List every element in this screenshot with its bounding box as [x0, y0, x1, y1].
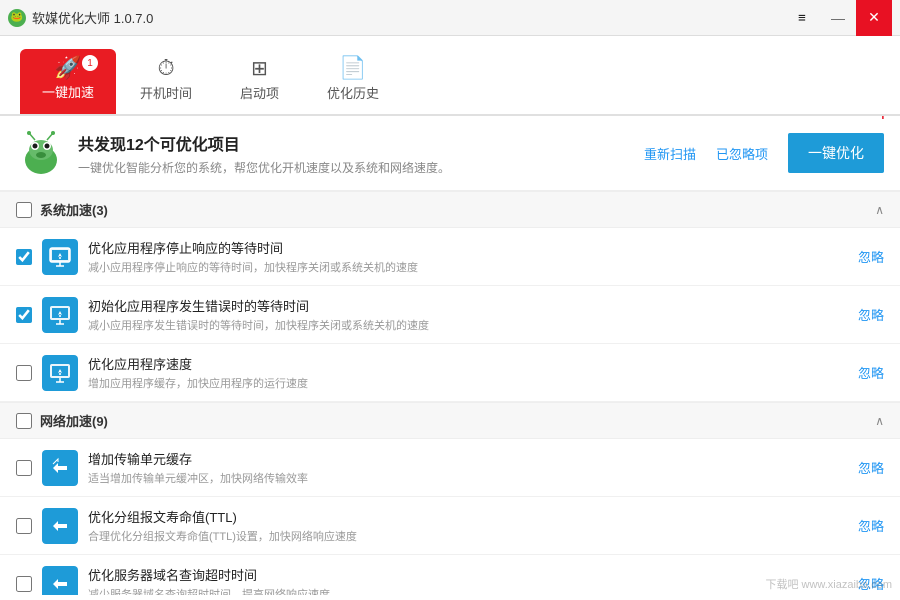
item-content-sys-3: 优化应用程序速度 增加应用程序缓存，加快应用程序的运行速度	[88, 354, 848, 391]
rescan-link[interactable]: 重新扫描	[644, 144, 696, 163]
nav-tabs: 1 🚀 一键加速 ⏱ 开机时间 ⊞ 启动项 📄 优化历史	[20, 49, 403, 114]
item-ignore-sys-1[interactable]: 忽略	[858, 247, 884, 266]
item-icon-net-3	[42, 566, 78, 596]
tab-boot[interactable]: ⏱ 开机时间	[116, 49, 216, 114]
list-item: 优化应用程序速度 增加应用程序缓存，加快应用程序的运行速度 忽略	[0, 344, 900, 402]
section-header-system: 系统加速(3) ∧	[0, 191, 900, 228]
arrow-container: 一键优化 ↑	[788, 133, 884, 173]
item-ignore-sys-3[interactable]: 忽略	[858, 363, 884, 382]
list-area[interactable]: 系统加速(3) ∧ 优化应用程序停止响应的等待时间 减小应用程序	[0, 191, 900, 595]
tab-boot-icon: ⏱	[157, 57, 174, 79]
item-checkbox-sys-3[interactable]	[16, 365, 32, 381]
item-ignore-sys-2[interactable]: 忽略	[858, 305, 884, 324]
info-text: 共发现12个可优化项目 一键优化智能分析您的系统，帮您优化开机速度以及系统和网络…	[78, 131, 632, 176]
section-checkbox-network[interactable]	[16, 413, 32, 429]
titlebar-left: 🐸 软媒优化大师 1.0.7.0	[8, 8, 153, 27]
nav-bar: 1 🚀 一键加速 ⏱ 开机时间 ⊞ 启动项 📄 优化历史	[0, 36, 900, 116]
info-subtitle: 一键优化智能分析您的系统，帮您优化开机速度以及系统和网络速度。	[78, 159, 632, 176]
list-item: 优化应用程序停止响应的等待时间 减小应用程序停止响应的等待时间，加快程序关闭或系…	[0, 228, 900, 286]
app-title: 软媒优化大师 1.0.7.0	[32, 8, 153, 27]
item-content-net-1: 增加传输单元缓存 适当增加传输单元缓冲区，加快网络传输效率	[88, 449, 848, 486]
item-checkbox-net-3[interactable]	[16, 576, 32, 592]
section-title-system: 系统加速(3)	[16, 200, 108, 219]
list-item: 优化服务器域名查询超时时间 减少服务器域名查询超时时间，提高网络响应速度 忽略	[0, 555, 900, 595]
close-icon: ✕	[868, 9, 880, 26]
menu-icon: ≡	[798, 10, 806, 25]
info-bar: 共发现12个可优化项目 一键优化智能分析您的系统，帮您优化开机速度以及系统和网络…	[0, 116, 900, 191]
ignore-link[interactable]: 已忽略项	[716, 144, 768, 163]
tab-startup-icon: ⊞	[251, 59, 268, 79]
section-collapse-system[interactable]: ∧	[875, 203, 884, 217]
item-checkbox-net-1[interactable]	[16, 460, 32, 476]
item-ignore-net-3[interactable]: 忽略	[858, 574, 884, 593]
item-checkbox-net-2[interactable]	[16, 518, 32, 534]
info-title: 共发现12个可优化项目	[78, 131, 632, 155]
tab-speed[interactable]: 1 🚀 一键加速	[20, 49, 116, 114]
item-content-net-3: 优化服务器域名查询超时时间 减少服务器域名查询超时时间，提高网络响应速度	[88, 565, 848, 595]
minimize-icon: —	[831, 10, 845, 26]
item-content-sys-2: 初始化应用程序发生错误时的等待时间 减小应用程序发生错误时的等待时间，加快程序关…	[88, 296, 848, 333]
main-content: 共发现12个可优化项目 一键优化智能分析您的系统，帮您优化开机速度以及系统和网络…	[0, 116, 900, 600]
item-icon-sys-2	[42, 297, 78, 333]
item-checkbox-sys-1[interactable]	[16, 249, 32, 265]
item-content-sys-1: 优化应用程序停止响应的等待时间 减小应用程序停止响应的等待时间，加快程序关闭或系…	[88, 238, 848, 275]
list-item: 优化分组报文寿命值(TTL) 合理优化分组报文寿命值(TTL)设置，加快网络响应…	[0, 497, 900, 555]
item-content-net-2: 优化分组报文寿命值(TTL) 合理优化分组报文寿命值(TTL)设置，加快网络响应…	[88, 507, 848, 544]
tab-history-label: 优化历史	[327, 83, 379, 102]
tab-speed-badge: 1	[82, 55, 98, 71]
item-icon-sys-1	[42, 239, 78, 275]
tab-history[interactable]: 📄 优化历史	[303, 49, 403, 114]
optimize-button[interactable]: 一键优化	[788, 133, 884, 173]
section-checkbox-system[interactable]	[16, 202, 32, 218]
menu-button[interactable]: ≡	[784, 0, 820, 36]
item-ignore-net-1[interactable]: 忽略	[858, 458, 884, 477]
tab-speed-icon: 🚀	[54, 57, 81, 79]
tab-startup-label: 启动项	[240, 83, 279, 102]
item-icon-net-2	[42, 508, 78, 544]
item-ignore-net-2[interactable]: 忽略	[858, 516, 884, 535]
item-icon-sys-3	[42, 355, 78, 391]
close-button[interactable]: ✕	[856, 0, 892, 36]
info-actions: 重新扫描 已忽略项 一键优化 ↑	[644, 133, 884, 173]
tab-startup[interactable]: ⊞ 启动项	[216, 49, 303, 114]
titlebar: 🐸 软媒优化大师 1.0.7.0 ≡ — ✕	[0, 0, 900, 36]
item-icon-net-1	[42, 450, 78, 486]
section-header-network: 网络加速(9) ∧	[0, 402, 900, 439]
mascot	[16, 128, 66, 178]
titlebar-controls: ≡ — ✕	[784, 0, 892, 36]
minimize-button[interactable]: —	[820, 0, 856, 36]
section-collapse-network[interactable]: ∧	[875, 414, 884, 428]
list-item: 增加传输单元缓存 适当增加传输单元缓冲区，加快网络传输效率 忽略	[0, 439, 900, 497]
app-icon: 🐸	[8, 9, 26, 27]
red-arrow-icon: ↑	[874, 116, 892, 124]
list-item: 初始化应用程序发生错误时的等待时间 减小应用程序发生错误时的等待时间，加快程序关…	[0, 286, 900, 344]
tab-boot-label: 开机时间	[140, 83, 192, 102]
tab-history-icon: 📄	[339, 57, 366, 79]
item-checkbox-sys-2[interactable]	[16, 307, 32, 323]
tab-speed-label: 一键加速	[42, 82, 94, 101]
section-title-network: 网络加速(9)	[16, 411, 108, 430]
